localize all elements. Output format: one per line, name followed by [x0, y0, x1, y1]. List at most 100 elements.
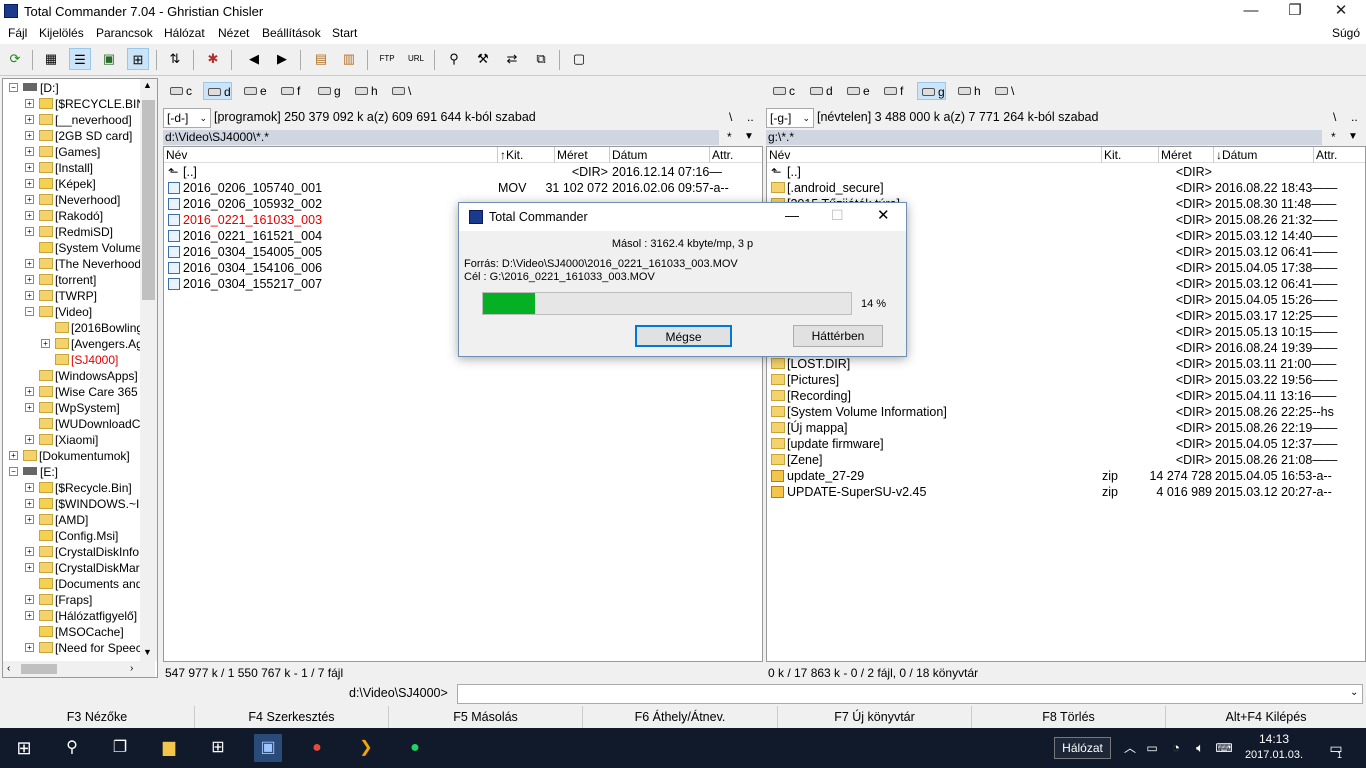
tree-item[interactable]: [WindowsApps]: [39, 368, 138, 384]
tree-item[interactable]: + [Fraps]: [25, 592, 92, 608]
expand-icon[interactable]: +: [25, 435, 34, 444]
file-row[interactable]: update_27-29 zip 14 274 728 2015.04.05 16:5…: [767, 468, 1365, 484]
collapse-icon[interactable]: −: [9, 467, 18, 476]
keyboard-icon[interactable]: ⌨: [1210, 734, 1238, 762]
command-input[interactable]: [457, 684, 1363, 704]
f7-mkdir-button[interactable]: F7 Új könyvtár: [778, 706, 972, 728]
tree-item[interactable]: + [Wise Care 365: [25, 384, 138, 400]
tree-item[interactable]: + [Avengers.Ag: [41, 336, 143, 352]
tree-scrollbar-thumb[interactable]: [142, 100, 155, 300]
tree-item[interactable]: + [Képek]: [25, 176, 96, 192]
col-name[interactable]: Név: [767, 147, 1102, 163]
compare-icon[interactable]: ⧉: [530, 48, 552, 70]
file-row[interactable]: 2016_0206_105740_001 MOV 31 102 072 2016.02…: [164, 180, 762, 196]
scroll-left-icon[interactable]: ‹: [7, 663, 10, 674]
tree-view-icon[interactable]: ⊞: [127, 48, 149, 70]
expand-icon[interactable]: +: [25, 515, 34, 524]
right-up-button[interactable]: ..: [1351, 110, 1358, 124]
tree-item[interactable]: − [D:]: [9, 80, 59, 96]
tree-item[interactable]: + [Rakodó]: [25, 208, 103, 224]
collapse-icon[interactable]: −: [25, 307, 34, 316]
expand-icon[interactable]: +: [25, 99, 34, 108]
f6-move-button[interactable]: F6 Áthely/Átnev.: [583, 706, 778, 728]
action-center-icon[interactable]: ▭: [1322, 734, 1350, 762]
tree-item[interactable]: + [Install]: [25, 160, 93, 176]
command-dropdown-icon[interactable]: ⌄: [1350, 687, 1358, 698]
expand-icon[interactable]: +: [25, 643, 34, 652]
expand-icon[interactable]: +: [25, 115, 34, 124]
tree-item[interactable]: + [WpSystem]: [25, 400, 120, 416]
right-root-button[interactable]: \: [1333, 110, 1336, 124]
scroll-up-icon[interactable]: ▲: [143, 80, 152, 90]
file-row[interactable]: [LOST.DIR] <DIR> 2015.03.11 21:00——: [767, 356, 1365, 372]
scroll-right-icon[interactable]: ›: [130, 663, 133, 674]
tree-item[interactable]: + [torrent]: [25, 272, 96, 288]
expand-icon[interactable]: +: [25, 163, 34, 172]
menu-start[interactable]: Start: [332, 26, 357, 40]
tree-item[interactable]: + [$WINDOWS.~I: [25, 496, 139, 512]
file-row[interactable]: [Új mappa] <DIR> 2015.08.26 22:19——: [767, 420, 1365, 436]
col-attr[interactable]: Attr.: [710, 147, 762, 163]
plex-icon[interactable]: ❯: [352, 734, 380, 762]
file-row[interactable]: [.android_secure] <DIR> 2016.08.22 18:43——: [767, 180, 1365, 196]
tree-hscrollbar-thumb[interactable]: [21, 664, 57, 674]
forward-arrow-icon[interactable]: ▶: [271, 48, 293, 70]
dialog-minimize-icon[interactable]: —: [785, 207, 799, 223]
back-arrow-icon[interactable]: ◀: [243, 48, 265, 70]
tree-item[interactable]: [MSOCache]: [39, 624, 124, 640]
left-filter-dropdown-icon[interactable]: ▼: [744, 131, 754, 142]
tree-item[interactable]: [Config.Msi]: [39, 528, 118, 544]
tree-item[interactable]: [WUDownloadC: [39, 416, 140, 432]
menu-network[interactable]: Hálózat: [164, 26, 205, 40]
drive-button-h[interactable]: h: [351, 82, 378, 100]
f8-delete-button[interactable]: F8 Törlés: [972, 706, 1166, 728]
expand-icon[interactable]: +: [25, 131, 34, 140]
notepad-icon[interactable]: ▢: [568, 48, 590, 70]
drive-button-d[interactable]: d: [203, 82, 232, 100]
windows-start-icon[interactable]: ⊞: [10, 734, 38, 762]
expand-icon[interactable]: +: [25, 179, 34, 188]
close-button[interactable]: ✕: [1318, 0, 1364, 24]
drive-button-f[interactable]: f: [880, 82, 903, 100]
file-explorer-icon[interactable]: ▆: [155, 734, 183, 762]
f4-edit-button[interactable]: F4 Szerkesztés: [195, 706, 389, 728]
drive-button-c[interactable]: c: [769, 82, 795, 100]
clock-time[interactable]: 14:13: [1244, 732, 1304, 746]
tree-item[interactable]: + [CrystalDiskInfo: [25, 544, 139, 560]
col-ext[interactable]: Kit.: [1102, 147, 1159, 163]
zip-pack-icon[interactable]: ▤: [310, 48, 332, 70]
file-row[interactable]: UPDATE-SuperSU-v2.45 zip 4 016 989 2015.03.…: [767, 484, 1365, 500]
tree-item[interactable]: + [TWRP]: [25, 288, 97, 304]
altf4-exit-button[interactable]: Alt+F4 Kilépés: [1166, 706, 1366, 728]
expand-icon[interactable]: +: [25, 483, 34, 492]
scroll-down-icon[interactable]: ▼: [143, 647, 152, 657]
expand-icon[interactable]: +: [25, 147, 34, 156]
sync-dirs-icon[interactable]: ⇄: [501, 48, 523, 70]
thumbnail-view-icon[interactable]: ▣: [98, 48, 120, 70]
background-button[interactable]: Háttérben: [793, 325, 883, 347]
tree-item[interactable]: [System Volume: [39, 240, 142, 256]
tree-item[interactable]: + [2GB SD card]: [25, 128, 132, 144]
url-icon[interactable]: URL: [405, 48, 427, 70]
drive-button-g[interactable]: g: [917, 82, 946, 100]
tree-item[interactable]: + [Need for Speec: [25, 640, 142, 656]
drive-button-g[interactable]: g: [314, 82, 341, 100]
pack-icon[interactable]: ✱: [202, 48, 224, 70]
ftp-icon[interactable]: FTP: [376, 48, 398, 70]
col-date[interactable]: Dátum: [610, 147, 710, 163]
menu-select[interactable]: Kijelölés: [39, 26, 84, 40]
full-view-icon[interactable]: ☰: [69, 48, 91, 70]
col-size[interactable]: Méret: [555, 147, 610, 163]
menu-file[interactable]: Fájl: [8, 26, 27, 40]
tree-item[interactable]: − [Video]: [25, 304, 92, 320]
tree-item[interactable]: + [__neverhood]: [25, 112, 132, 128]
brief-view-icon[interactable]: ▦: [40, 48, 62, 70]
menu-commands[interactable]: Parancsok: [96, 26, 153, 40]
store-icon[interactable]: ⊞: [204, 734, 232, 762]
right-filter-dropdown-icon[interactable]: ▼: [1348, 131, 1358, 142]
left-filter[interactable]: *: [727, 130, 732, 144]
tree-item[interactable]: + [Xiaomi]: [25, 432, 98, 448]
dialog-close-icon[interactable]: ✕: [877, 206, 890, 224]
right-filter[interactable]: *: [1331, 130, 1336, 144]
left-drive-combo[interactable]: [-d-] ⌄: [163, 108, 211, 128]
